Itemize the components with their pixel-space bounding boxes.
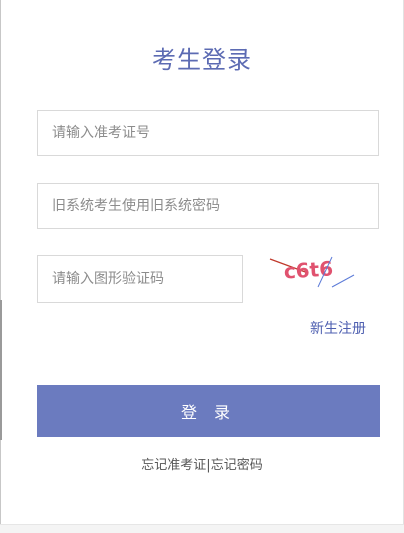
page-title: 考生登录 (152, 46, 252, 74)
forgot-password-link[interactable]: 忘记密码 (211, 458, 263, 473)
panel-left-shadow (0, 300, 2, 440)
panel-left-edge (0, 0, 1, 532)
captcha-input[interactable] (37, 255, 243, 303)
forgot-links: 忘记准考证|忘记密码 (0, 454, 404, 473)
forgot-exam-id-link[interactable]: 忘记准考证 (141, 458, 206, 473)
exam-id-input[interactable] (37, 110, 379, 156)
captcha-image[interactable]: c6t6 (268, 253, 368, 293)
register-link[interactable]: 新生注册 (310, 318, 366, 338)
login-panel: 考生登录 c6t6 新生注册 登 录 忘记准考证|忘记密码 (0, 0, 404, 533)
login-button[interactable]: 登 录 (37, 385, 380, 437)
password-input[interactable] (37, 183, 379, 229)
captcha-noise-line (331, 274, 355, 288)
